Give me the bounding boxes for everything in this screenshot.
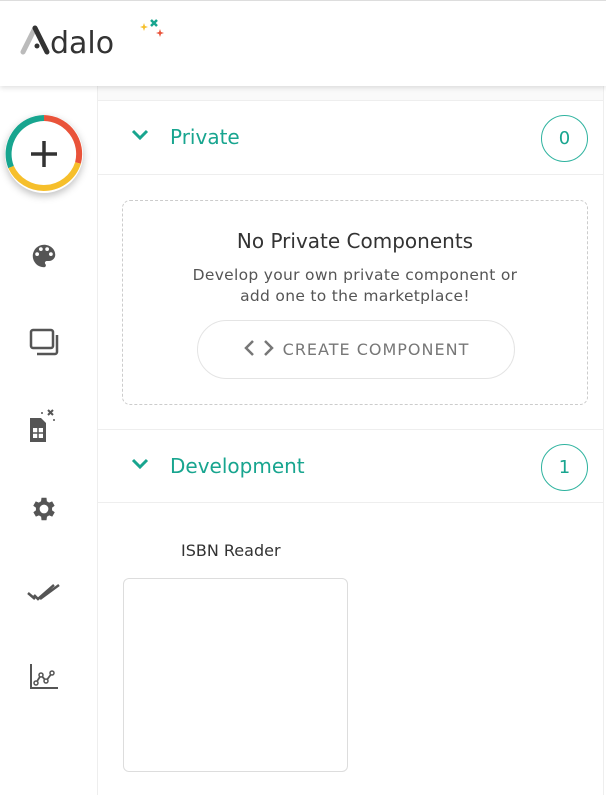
screens-icon[interactable] — [26, 324, 62, 360]
panel-top-band — [98, 86, 603, 101]
chart-icon[interactable] — [26, 658, 62, 694]
adalo-logo[interactable]: dalo — [20, 19, 170, 63]
create-component-button[interactable]: CREATE COMPONENT — [197, 320, 515, 379]
palette-icon[interactable] — [26, 238, 62, 274]
empty-title: No Private Components — [236, 229, 474, 253]
svg-text:dalo: dalo — [50, 26, 114, 59]
chevron-down-icon[interactable] — [130, 456, 150, 475]
create-component-label: CREATE COMPONENT — [282, 340, 470, 359]
top-header: dalo — [0, 0, 606, 86]
empty-line-1: Develop your own private component or — [192, 266, 518, 284]
empty-line-2: add one to the marketplace! — [240, 287, 470, 305]
count-badge: 1 — [541, 444, 588, 491]
database-sparkle-icon[interactable] — [26, 408, 62, 444]
component-name: ISBN Reader — [181, 541, 281, 560]
plus-icon — [31, 141, 57, 167]
empty-state: No Private Components Develop your own p… — [122, 200, 588, 405]
code-icon — [243, 339, 275, 361]
add-button[interactable] — [5, 115, 83, 193]
section-header-private[interactable]: Private 0 — [98, 101, 603, 175]
components-panel: Private 0 No Private Components Develop … — [98, 86, 604, 795]
chevron-down-icon[interactable] — [130, 127, 150, 146]
section-title: Private — [170, 125, 240, 149]
double-check-icon[interactable] — [26, 575, 62, 611]
count-badge: 0 — [541, 115, 588, 162]
section-header-development[interactable]: Development 1 — [98, 429, 603, 503]
component-card[interactable] — [123, 578, 348, 772]
section-title: Development — [170, 454, 305, 478]
gear-icon[interactable] — [26, 491, 62, 527]
empty-description: Develop your own private component or add… — [123, 265, 587, 307]
